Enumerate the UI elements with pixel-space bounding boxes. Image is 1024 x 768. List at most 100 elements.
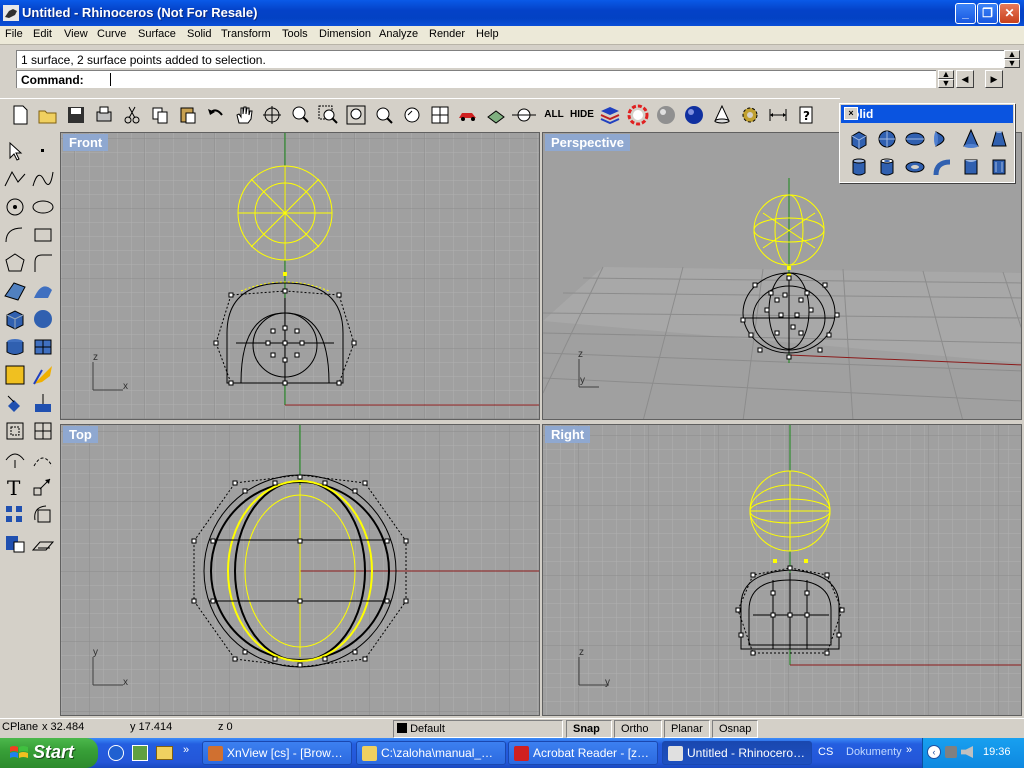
command-line[interactable]: Command:: [16, 70, 936, 88]
command-scroll-left[interactable]: ◀: [956, 70, 974, 88]
menu-dimension[interactable]: Dimension: [319, 28, 371, 40]
surface-tools-icon[interactable]: [30, 278, 56, 304]
zoom-dynamic-icon[interactable]: [288, 103, 312, 127]
task-rhino[interactable]: Untitled - Rhinocero…: [662, 741, 812, 765]
pan-hand-icon[interactable]: [232, 103, 256, 127]
menu-solid[interactable]: Solid: [187, 28, 211, 40]
ortho-toggle[interactable]: Ortho: [614, 720, 662, 738]
menu-file[interactable]: File: [5, 28, 23, 40]
car-render-icon[interactable]: [456, 103, 480, 127]
viewport-label-front[interactable]: Front: [63, 134, 109, 151]
viewport-top[interactable]: Top y x: [60, 424, 540, 716]
toolbar-expand-icon[interactable]: »: [906, 744, 912, 756]
material-sphere-icon[interactable]: [682, 103, 706, 127]
shade-icon[interactable]: [484, 103, 508, 127]
trim-icon[interactable]: [2, 446, 28, 472]
pipe-solid-icon[interactable]: [932, 156, 954, 178]
four-viewports-icon[interactable]: [428, 103, 452, 127]
move-icon[interactable]: [30, 474, 56, 500]
analyze-icon[interactable]: [30, 362, 56, 388]
save-icon[interactable]: [64, 103, 88, 127]
extrude-curve-icon[interactable]: [988, 156, 1010, 178]
task-xnview[interactable]: XnView [cs] - [Brow…: [202, 741, 352, 765]
solid-box-icon[interactable]: [2, 306, 28, 332]
extrude-solid-icon[interactable]: [960, 156, 982, 178]
truncated-cone-icon[interactable]: [988, 128, 1010, 150]
box-solid-icon[interactable]: [848, 128, 870, 150]
torus-solid-icon[interactable]: [904, 156, 926, 178]
select-all-button[interactable]: ALL: [540, 103, 568, 127]
print-icon[interactable]: [92, 103, 116, 127]
point-icon[interactable]: [30, 138, 56, 164]
dimension-tools-icon[interactable]: [2, 390, 28, 416]
help-icon[interactable]: ?: [794, 103, 818, 127]
dokumenty-toolbar[interactable]: Dokumenty: [846, 746, 902, 758]
transform-icon[interactable]: [30, 390, 56, 416]
viewport-label-top[interactable]: Top: [63, 426, 98, 443]
menu-tools[interactable]: Tools: [282, 28, 308, 40]
task-explorer[interactable]: C:\zaloha\manual_…: [356, 741, 506, 765]
paraboloid-solid-icon[interactable]: [932, 128, 954, 150]
rectangle-icon[interactable]: [30, 222, 56, 248]
folder-quicklaunch-icon[interactable]: [156, 746, 173, 760]
circle-icon[interactable]: [2, 194, 28, 220]
ie-quicklaunch-icon[interactable]: [108, 745, 124, 761]
new-file-icon[interactable]: [8, 103, 32, 127]
rotate-icon[interactable]: [30, 502, 56, 528]
surface-from-points-icon[interactable]: [2, 278, 28, 304]
render-sphere-icon[interactable]: [654, 103, 678, 127]
text-icon[interactable]: T: [2, 474, 28, 500]
split-icon[interactable]: [30, 446, 56, 472]
language-indicator[interactable]: CS: [818, 746, 833, 758]
join-icon[interactable]: [30, 418, 56, 444]
command-scroll-right[interactable]: ▶: [985, 70, 1003, 88]
menu-surface[interactable]: Surface: [138, 28, 176, 40]
tray-collapse-icon[interactable]: ‹: [927, 745, 941, 759]
minimize-button[interactable]: _: [955, 3, 976, 24]
restore-button[interactable]: ❐: [977, 3, 998, 24]
ellipse-icon[interactable]: [30, 194, 56, 220]
paste-icon[interactable]: [176, 103, 200, 127]
app-quicklaunch-icon[interactable]: [132, 745, 148, 761]
explode-icon[interactable]: [2, 418, 28, 444]
menu-transform[interactable]: Transform: [221, 28, 271, 40]
snap-toggle[interactable]: Snap: [566, 720, 612, 738]
layer-pane[interactable]: Default: [393, 720, 563, 738]
tube-solid-icon[interactable]: [876, 156, 898, 178]
options-gear-icon[interactable]: [738, 103, 762, 127]
zoom-selected-icon[interactable]: [372, 103, 396, 127]
render-icon[interactable]: [2, 362, 28, 388]
sphere-solid-icon[interactable]: [876, 128, 898, 150]
layers-icon[interactable]: [598, 103, 622, 127]
hide-button[interactable]: HIDE: [568, 103, 596, 127]
solid-toolbar-titlebar[interactable]: Solid ×: [841, 105, 1013, 123]
spotlight-icon[interactable]: [710, 103, 734, 127]
viewport-label-perspective[interactable]: Perspective: [545, 134, 630, 151]
viewport-label-right[interactable]: Right: [545, 426, 591, 443]
rotate-view-icon[interactable]: [260, 103, 284, 127]
solid-toolbar-close-button[interactable]: ×: [844, 107, 858, 120]
menu-view[interactable]: View: [64, 28, 88, 40]
quicklaunch-expand-icon[interactable]: »: [183, 744, 189, 756]
ellipsoid-solid-icon[interactable]: [904, 128, 926, 150]
open-folder-icon[interactable]: [36, 103, 60, 127]
planar-toggle[interactable]: Planar: [664, 720, 710, 738]
osnap-toggle[interactable]: Osnap: [712, 720, 758, 738]
cone-solid-icon[interactable]: [960, 128, 982, 150]
curve-icon[interactable]: [30, 166, 56, 192]
clock[interactable]: 19:36: [983, 746, 1011, 758]
fillet-curve-icon[interactable]: [30, 250, 56, 276]
select-point-icon[interactable]: [512, 103, 536, 127]
array-icon[interactable]: [2, 502, 28, 528]
close-button[interactable]: ✕: [999, 3, 1020, 24]
task-acrobat[interactable]: Acrobat Reader - [z…: [508, 741, 658, 765]
zoom-window-icon[interactable]: [316, 103, 340, 127]
copy-icon[interactable]: [148, 103, 172, 127]
solid-tools-icon[interactable]: [30, 306, 56, 332]
zoom-extents-icon[interactable]: [344, 103, 368, 127]
history-scroll-down[interactable]: ▼: [1004, 59, 1020, 68]
group-icon[interactable]: [2, 530, 28, 556]
color-wheel-icon[interactable]: [626, 103, 650, 127]
menu-curve[interactable]: Curve: [97, 28, 126, 40]
tray-app-icon[interactable]: [945, 746, 957, 758]
